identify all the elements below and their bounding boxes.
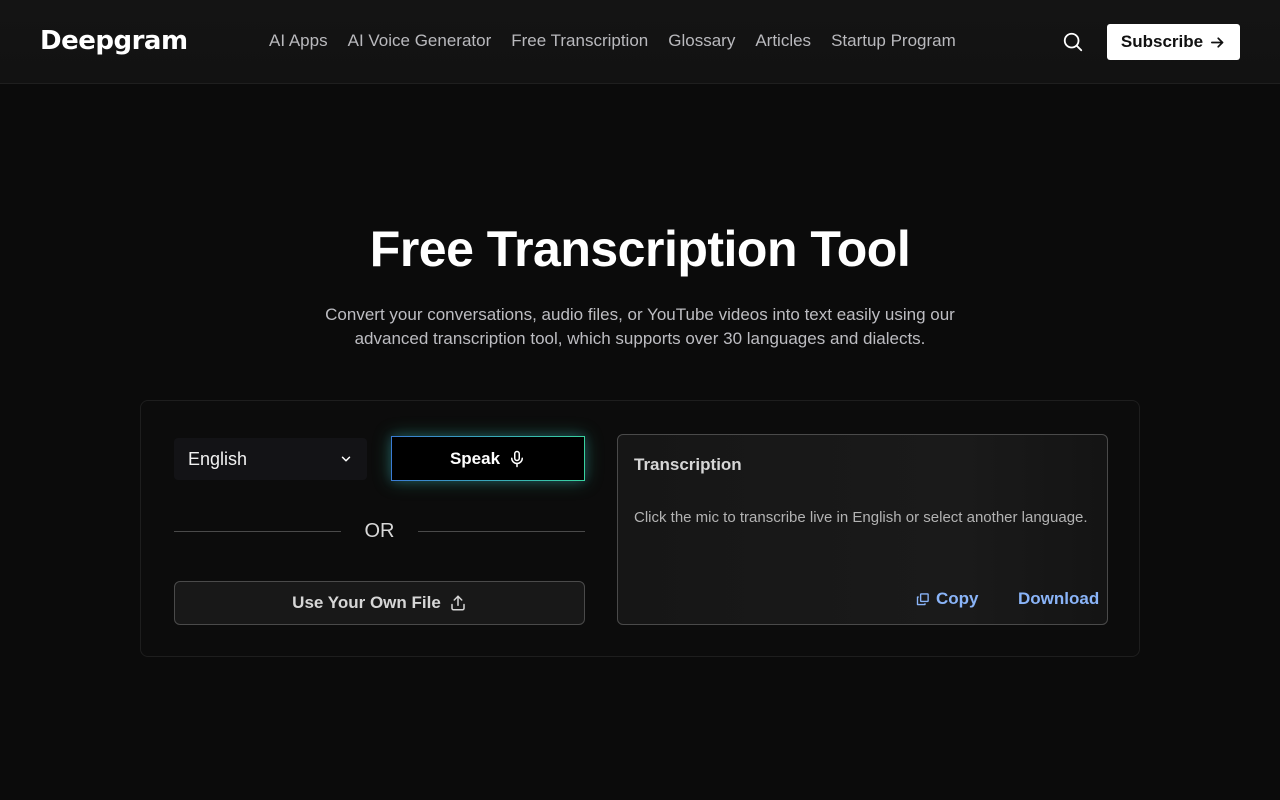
site-header: Deepgram AI Apps AI Voice Generator Free… <box>0 0 1280 84</box>
nav-articles[interactable]: Articles <box>755 31 811 51</box>
logo-text: Deepgram <box>40 26 188 56</box>
divider-line-left <box>174 531 341 532</box>
or-divider: OR <box>174 519 585 543</box>
subscribe-label: Subscribe <box>1120 32 1204 51</box>
page-title: Free Transcription Tool <box>369 221 911 277</box>
copy-button[interactable]: Copy <box>915 589 979 609</box>
nav-ai-voice-generator[interactable]: AI Voice Generator <box>348 31 492 51</box>
copy-icon <box>916 592 929 605</box>
nav-startup-program[interactable]: Startup Program <box>831 31 956 51</box>
search-icon <box>1063 32 1083 52</box>
copy-label: Copy <box>936 589 979 608</box>
subscribe-button[interactable]: Subscribe <box>1107 24 1240 60</box>
nav-ai-apps[interactable]: AI Apps <box>269 31 328 51</box>
page-subtitle: Convert your conversations, audio files,… <box>325 305 955 348</box>
speak-button[interactable]: Speak <box>391 436 585 481</box>
chevron-down-icon <box>341 456 351 462</box>
divider-line-right <box>418 531 585 532</box>
deepgram-logo[interactable]: Deepgram <box>40 26 188 56</box>
nav-glossary[interactable]: Glossary <box>668 31 735 51</box>
transcription-title: Transcription <box>634 455 742 474</box>
language-select[interactable]: English <box>174 438 367 480</box>
nav-free-transcription[interactable]: Free Transcription <box>511 31 648 51</box>
transcription-tool-card: English Speak OR Use Your Own File Trans… <box>140 400 1140 657</box>
transcription-placeholder: Click the mic to transcribe live in Engl… <box>634 509 1088 526</box>
main-nav: AI Apps AI Voice Generator Free Transcri… <box>269 30 956 52</box>
upload-icon <box>451 595 465 611</box>
microphone-icon <box>511 450 524 467</box>
file-label: Use Your Own File <box>292 593 441 612</box>
or-label: OR <box>364 520 395 542</box>
download-button[interactable]: Download <box>1018 589 1099 609</box>
language-selected-value: English <box>188 448 248 469</box>
transcription-output: Transcription Click the mic to transcrib… <box>617 434 1108 625</box>
search-button[interactable] <box>1060 29 1086 55</box>
arrow-right-icon <box>1211 36 1224 48</box>
speak-label: Speak <box>449 448 501 468</box>
use-own-file-button[interactable]: Use Your Own File <box>174 581 585 625</box>
